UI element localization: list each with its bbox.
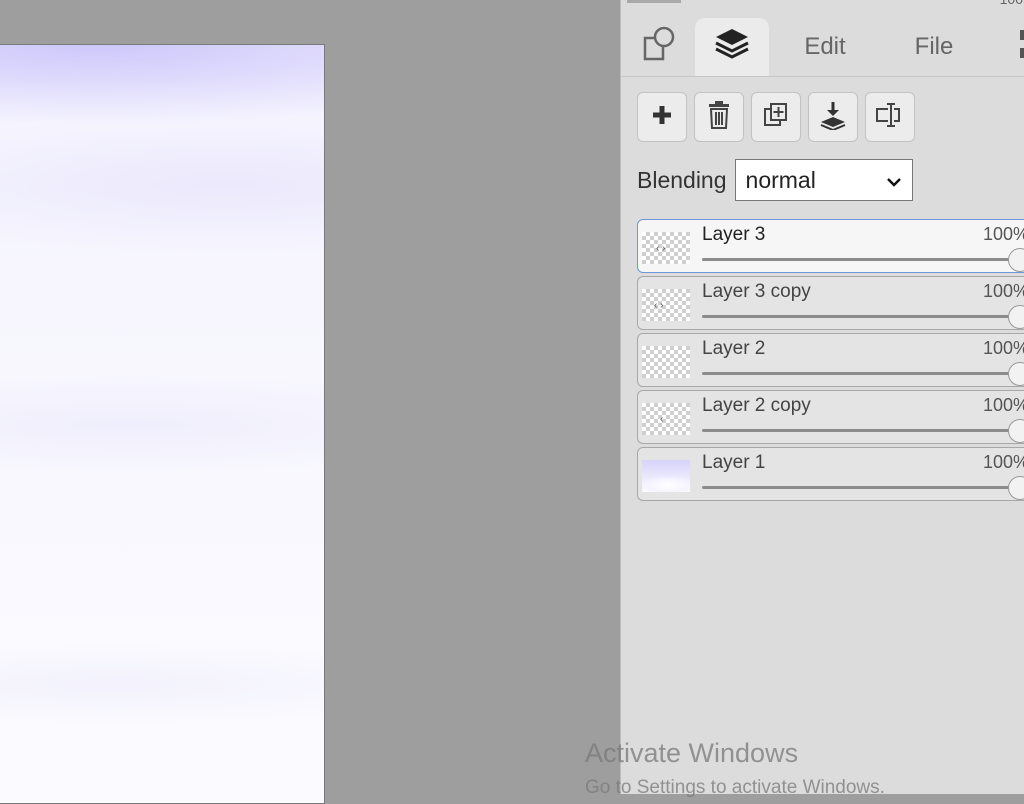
blending-select[interactable]: normal (734, 159, 913, 201)
layer-opacity-label: 100% (983, 338, 1024, 358)
opacity-slider-track[interactable] (702, 429, 1024, 432)
drawing-canvas[interactable] (0, 44, 325, 804)
layer-item[interactable]: Layer 1 100% (637, 447, 1024, 501)
tab-more[interactable] (1013, 20, 1024, 74)
layer-thumbnail (642, 460, 690, 492)
opacity-slider-track[interactable] (702, 486, 1024, 489)
tab-tools[interactable] (627, 20, 693, 74)
layer-name: Layer 2 (702, 338, 766, 359)
sketch-mark: ‹ › (656, 243, 666, 254)
blending-label: Blending (637, 166, 727, 193)
layer-name: Layer 3 (702, 224, 766, 245)
layer-opacity-label: 100% (983, 224, 1024, 244)
panel-tabs: Edit File (621, 14, 1024, 77)
layer-item[interactable]: ‹ Layer 2 copy 100% (637, 390, 1024, 444)
layer-thumbnail: ‹ › (642, 289, 690, 321)
layer-thumbnail: ‹ › (642, 232, 690, 264)
layer-thumbnail (642, 346, 690, 378)
chevron-down-icon (886, 167, 902, 194)
blending-row: Blending normal (637, 158, 913, 202)
layer-item[interactable]: ‹ › Layer 3 copy 100% (637, 276, 1024, 330)
canvas-area[interactable] (0, 0, 620, 804)
layer-list: ‹ › Layer 3 100% ‹ › Layer 3 copy 100% L… (637, 219, 1024, 504)
tools-icon (640, 24, 680, 71)
layer-opacity-label: 100% (983, 281, 1024, 301)
tab-layers[interactable] (695, 18, 769, 76)
opacity-slider-handle[interactable] (1008, 362, 1024, 386)
delete-layer-icon (706, 100, 732, 135)
tab-edit[interactable]: Edit (789, 20, 861, 74)
rename-layer-icon (875, 100, 905, 135)
opacity-slider-track[interactable] (702, 372, 1024, 375)
duplicate-layer-button[interactable] (751, 92, 801, 142)
opacity-slider-handle[interactable] (1008, 305, 1024, 329)
rename-layer-button[interactable] (865, 92, 915, 142)
opacity-slider-track[interactable] (702, 258, 1024, 261)
top-strip-bar (627, 0, 681, 3)
more-icon (1019, 26, 1024, 69)
add-layer-icon (650, 103, 674, 132)
layer-name: Layer 1 (702, 452, 766, 473)
tab-file[interactable]: File (897, 20, 971, 74)
opacity-slider-handle[interactable] (1008, 419, 1024, 443)
opacity-slider-track[interactable] (702, 315, 1024, 318)
merge-down-button[interactable] (808, 92, 858, 142)
top-percent: 100 (1000, 0, 1023, 7)
duplicate-layer-icon (762, 101, 790, 134)
blending-value: normal (745, 166, 816, 193)
layers-icon (712, 24, 752, 71)
top-strip: 100 (621, 0, 1024, 14)
merge-down-icon (819, 100, 847, 135)
sketch-mark: ‹ › (654, 300, 664, 311)
opacity-slider-handle[interactable] (1008, 248, 1024, 272)
layer-thumbnail: ‹ (642, 403, 690, 435)
opacity-slider-handle[interactable] (1008, 476, 1024, 500)
layer-item[interactable]: Layer 2 100% (637, 333, 1024, 387)
layer-item[interactable]: ‹ › Layer 3 100% (637, 219, 1024, 273)
delete-layer-button[interactable] (694, 92, 744, 142)
sketch-mark: ‹ (660, 414, 664, 425)
layer-opacity-label: 100% (983, 395, 1024, 415)
side-panel: 100 Edit File (620, 0, 1024, 794)
add-layer-button[interactable] (637, 92, 687, 142)
layer-name: Layer 3 copy (702, 281, 811, 302)
layer-name: Layer 2 copy (702, 395, 811, 416)
layer-opacity-label: 100% (983, 452, 1024, 472)
